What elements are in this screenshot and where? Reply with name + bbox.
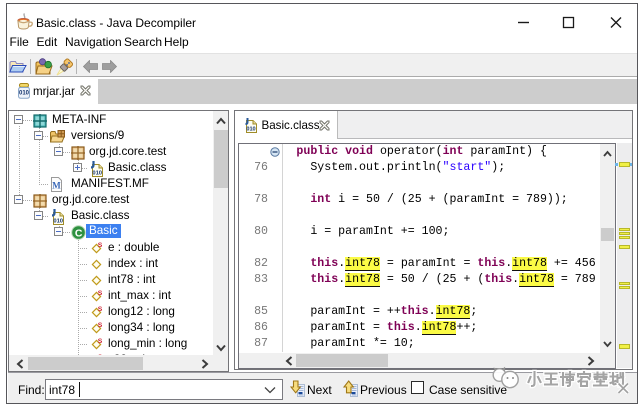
svg-text:010: 010 <box>246 126 255 132</box>
svg-text:S: S <box>98 290 103 297</box>
svg-text:S: S <box>98 322 103 329</box>
svg-text:010: 010 <box>19 91 30 97</box>
svg-text:S: S <box>98 242 103 249</box>
svg-text:S: S <box>98 306 103 313</box>
svg-text:010: 010 <box>92 171 102 177</box>
svg-text:C: C <box>75 227 83 239</box>
svg-text:M: M <box>52 181 61 191</box>
svg-text:S: S <box>98 338 103 345</box>
svg-text:010: 010 <box>53 219 63 225</box>
